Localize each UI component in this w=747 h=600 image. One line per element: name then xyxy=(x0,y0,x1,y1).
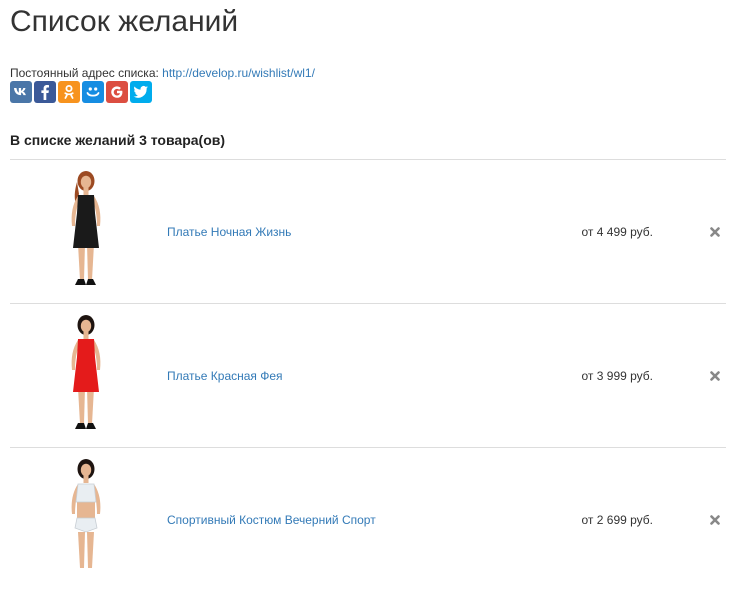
wishlist-item-row: Платье Ночная Жизнь от 4 499 руб. xyxy=(10,159,726,303)
product-price: от 2 699 руб. xyxy=(581,513,653,527)
permalink-link[interactable]: http://develop.ru/wishlist/wl1/ xyxy=(162,66,315,80)
gp-share-button[interactable] xyxy=(106,81,128,103)
product-image[interactable] xyxy=(55,456,117,584)
wishlist-page: Список желаний Постоянный адрес списка: … xyxy=(0,0,747,600)
permalink-row: Постоянный адрес списка: http://develop.… xyxy=(10,65,315,81)
product-price: от 3 999 руб. xyxy=(581,369,653,383)
wishlist-item-row: Спортивный Костюм Вечерний Спорт от 2 699… xyxy=(10,447,726,591)
product-name-link[interactable]: Спортивный Костюм Вечерний Спорт xyxy=(167,512,376,528)
odnoklassniki-icon xyxy=(63,84,75,100)
close-icon xyxy=(710,515,720,525)
vk-share-button[interactable] xyxy=(10,81,32,103)
product-name-link[interactable]: Платье Ночная Жизнь xyxy=(167,224,291,240)
wishlist-table: Платье Ночная Жизнь от 4 499 руб. Платье К… xyxy=(10,159,726,591)
twitter-icon xyxy=(133,85,149,99)
tw-share-button[interactable] xyxy=(130,81,152,103)
product-name-link[interactable]: Платье Красная Фея xyxy=(167,368,283,384)
facebook-icon xyxy=(39,84,51,100)
share-bar xyxy=(10,81,152,103)
close-icon xyxy=(710,227,720,237)
remove-item-button[interactable] xyxy=(708,513,722,527)
fb-share-button[interactable] xyxy=(34,81,56,103)
remove-item-button[interactable] xyxy=(708,369,722,383)
remove-item-button[interactable] xyxy=(708,225,722,239)
google-plus-icon xyxy=(110,85,124,99)
wishlist-count-heading: В списке желаний 3 товара(ов) xyxy=(10,132,226,148)
vk-icon xyxy=(13,86,29,98)
ok-share-button[interactable] xyxy=(58,81,80,103)
moimir-icon xyxy=(85,85,101,99)
product-image[interactable] xyxy=(55,312,117,440)
permalink-label: Постоянный адрес списка: xyxy=(10,66,159,80)
page-title: Список желаний xyxy=(10,5,239,38)
product-image[interactable] xyxy=(55,168,117,296)
close-icon xyxy=(710,371,720,381)
mm-share-button[interactable] xyxy=(82,81,104,103)
product-price: от 4 499 руб. xyxy=(581,225,653,239)
wishlist-item-row: Платье Красная Фея от 3 999 руб. xyxy=(10,303,726,447)
